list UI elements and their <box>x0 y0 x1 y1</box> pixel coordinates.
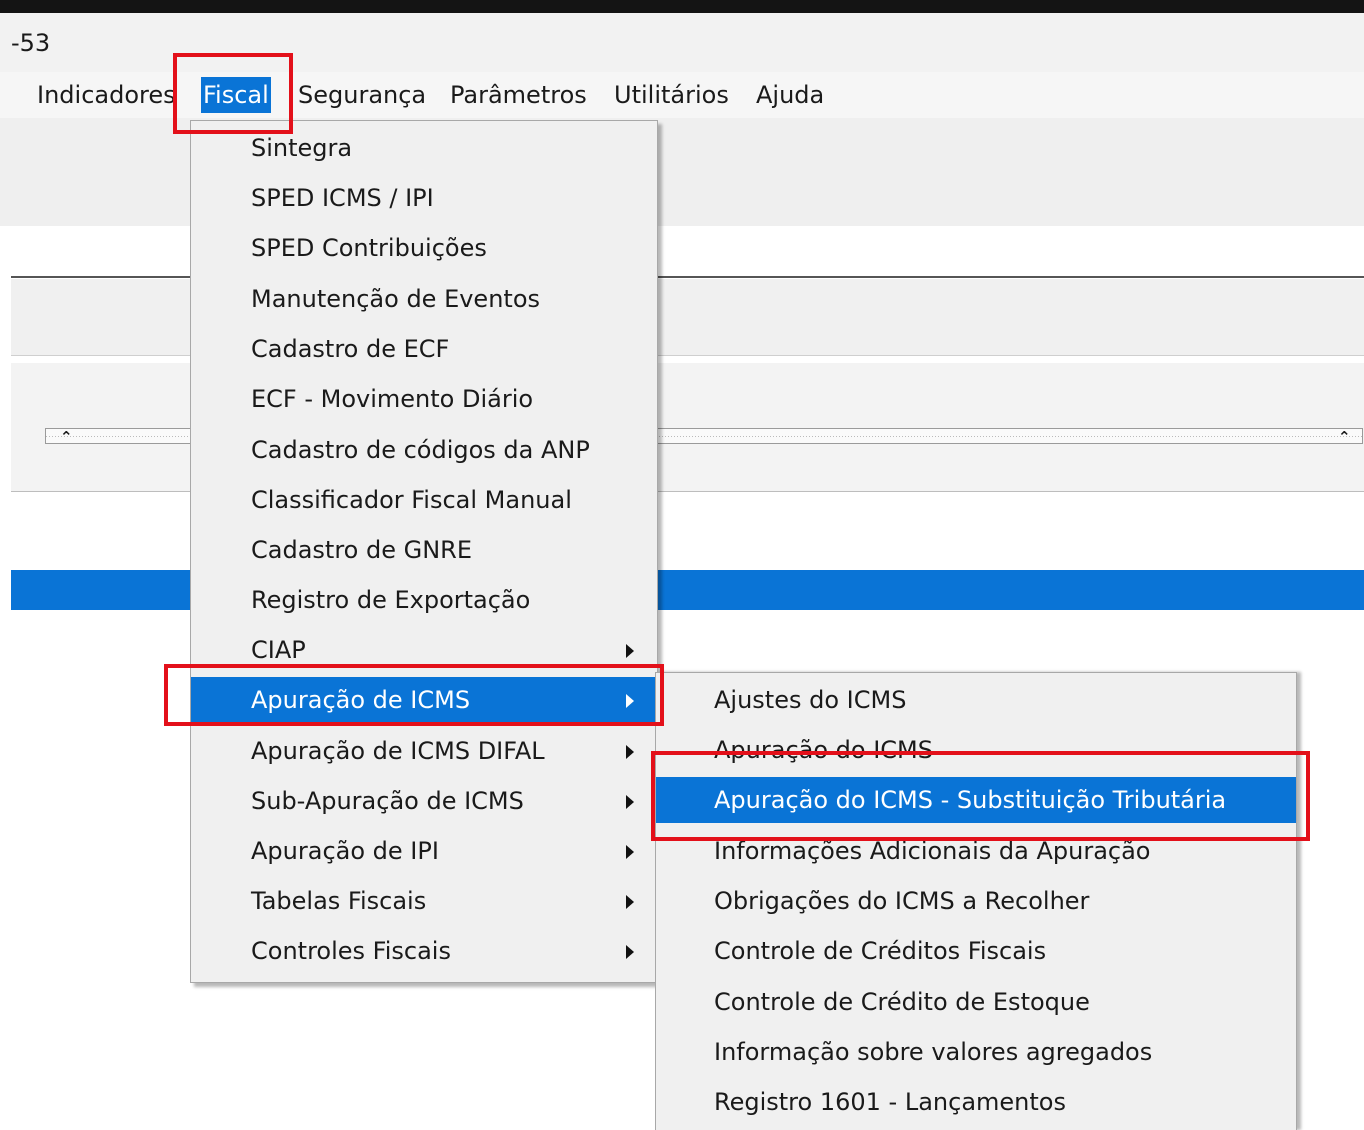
submenu-item-obrigacoes-icms[interactable]: Obrigações do ICMS a Recolher <box>656 878 1296 924</box>
submenu-arrow-icon <box>626 895 634 909</box>
menu-item-label: SPED ICMS / IPI <box>251 184 434 212</box>
menu-item-sped-contribuicoes[interactable]: SPED Contribuições <box>191 225 657 271</box>
menu-item-label: Cadastro de códigos da ANP <box>251 436 590 464</box>
menu-item-apuracao-ipi[interactable]: Apuração de IPI <box>191 828 657 874</box>
menu-item-label: SPED Contribuições <box>251 234 487 262</box>
menu-item-sub-apuracao-icms[interactable]: Sub-Apuração de ICMS <box>191 778 657 824</box>
menu-seguranca[interactable]: Segurança <box>296 77 428 113</box>
menu-item-label: Sub-Apuração de ICMS <box>251 787 524 815</box>
menu-item-label: Controle de Créditos Fiscais <box>714 937 1047 965</box>
submenu-arrow-icon <box>626 745 634 759</box>
menu-item-label: Manutenção de Eventos <box>251 285 541 313</box>
menu-item-label: Ajustes do ICMS <box>714 686 907 714</box>
menu-item-label: Controles Fiscais <box>251 937 451 965</box>
menu-item-label: Tabelas Fiscais <box>251 887 427 915</box>
menu-item-label: Obrigações do ICMS a Recolher <box>714 887 1090 915</box>
menu-item-cadastro-gnre[interactable]: Cadastro de GNRE <box>191 527 657 573</box>
menu-item-controles-fiscais[interactable]: Controles Fiscais <box>191 928 657 974</box>
submenu-arrow-icon <box>626 845 634 859</box>
menu-item-ecf-movimento[interactable]: ECF - Movimento Diário <box>191 376 657 422</box>
menu-item-classificador-fiscal[interactable]: Classificador Fiscal Manual <box>191 477 657 523</box>
fiscal-menu: Sintegra SPED ICMS / IPI SPED Contribuiç… <box>190 120 658 983</box>
submenu-arrow-icon <box>626 945 634 959</box>
submenu-arrow-icon <box>626 644 634 658</box>
submenu-item-ajustes-icms[interactable]: Ajustes do ICMS <box>656 677 1296 723</box>
menu-parametros[interactable]: Parâmetros <box>448 77 589 113</box>
menu-item-label: Cadastro de ECF <box>251 335 450 363</box>
menu-utilitarios[interactable]: Utilitários <box>612 77 731 113</box>
menu-item-codigos-anp[interactable]: Cadastro de códigos da ANP <box>191 427 657 473</box>
menu-item-label: Registro de Exportação <box>251 586 531 614</box>
submenu-item-valores-agregados[interactable]: Informação sobre valores agregados <box>656 1029 1296 1075</box>
menu-item-label: Cadastro de GNRE <box>251 536 472 564</box>
menu-item-cadastro-ecf[interactable]: Cadastro de ECF <box>191 326 657 372</box>
highlight-frame-fiscal <box>173 53 293 134</box>
menu-item-manutencao-eventos[interactable]: Manutenção de Eventos <box>191 276 657 322</box>
submenu-item-controle-credito-estoque[interactable]: Controle de Crédito de Estoque <box>656 979 1296 1025</box>
menu-item-label: Apuração de ICMS DIFAL <box>251 737 545 765</box>
menu-item-label: Classificador Fiscal Manual <box>251 486 572 514</box>
submenu-arrow-icon <box>626 795 634 809</box>
menu-item-registro-exportacao[interactable]: Registro de Exportação <box>191 577 657 623</box>
menu-item-label: Registro 1601 - Lançamentos <box>714 1088 1066 1116</box>
splitter-bar[interactable] <box>656 428 1363 444</box>
chevron-up-icon[interactable]: ⌃ <box>1338 430 1351 445</box>
menu-item-label: ECF - Movimento Diário <box>251 385 534 413</box>
menu-item-label: Apuração de IPI <box>251 837 439 865</box>
chevron-up-icon[interactable]: ⌃ <box>60 430 73 445</box>
highlight-frame-apuracao-icms <box>164 664 664 726</box>
menu-item-tabelas-fiscais[interactable]: Tabelas Fiscais <box>191 878 657 924</box>
menu-item-sped-icms-ipi[interactable]: SPED ICMS / IPI <box>191 175 657 221</box>
menu-item-label: Informação sobre valores agregados <box>714 1038 1153 1066</box>
submenu-item-controle-creditos-fiscais[interactable]: Controle de Créditos Fiscais <box>656 928 1296 974</box>
submenu-item-registro-1601[interactable]: Registro 1601 - Lançamentos <box>656 1079 1296 1125</box>
highlight-frame-substituicao-tributaria <box>651 751 1310 841</box>
window-title: -53 <box>11 29 51 57</box>
apuracao-icms-submenu: Ajustes do ICMS Apuração do ICMS Apuraçã… <box>655 672 1297 1130</box>
window-top-border <box>0 0 1364 13</box>
menu-item-label: Controle de Crédito de Estoque <box>714 988 1090 1016</box>
menu-ajuda[interactable]: Ajuda <box>754 77 826 113</box>
menu-indicadores[interactable]: Indicadores <box>35 77 178 113</box>
menu-item-apuracao-icms-difal[interactable]: Apuração de ICMS DIFAL <box>191 728 657 774</box>
